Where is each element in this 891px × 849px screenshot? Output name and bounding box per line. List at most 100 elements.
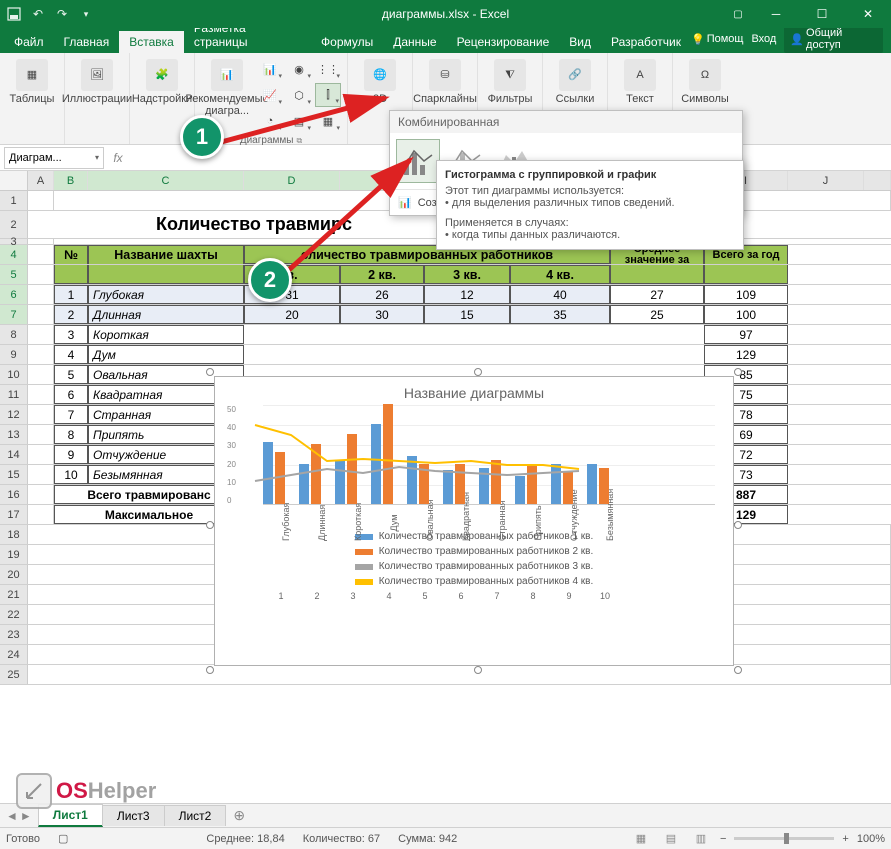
- close-button[interactable]: ✕: [845, 0, 891, 28]
- tab-home[interactable]: Главная: [54, 31, 120, 53]
- table-cell[interactable]: 10: [54, 465, 88, 484]
- table-cell[interactable]: 100: [704, 305, 788, 324]
- table-cell[interactable]: 97: [704, 325, 788, 344]
- row-18[interactable]: 18: [0, 525, 28, 544]
- row-25[interactable]: 25: [0, 665, 28, 684]
- surface-chart-button[interactable]: ▤▾: [286, 109, 312, 133]
- row-2[interactable]: 2: [0, 211, 28, 238]
- tab-developer[interactable]: Разработчик: [601, 31, 691, 53]
- minimize-button[interactable]: ─: [753, 0, 799, 28]
- row-9[interactable]: 9: [0, 345, 28, 364]
- filters-button[interactable]: ⧨Фильтры: [484, 57, 536, 107]
- links-button[interactable]: 🔗Ссылки: [549, 57, 601, 107]
- row-4[interactable]: 4: [0, 245, 28, 264]
- view-page-break-icon[interactable]: ▥: [690, 830, 712, 848]
- table-cell[interactable]: 3: [54, 325, 88, 344]
- chart-title[interactable]: Название диаграммы: [215, 377, 733, 405]
- charts-launcher-icon[interactable]: ⧉: [296, 136, 302, 146]
- table-cell[interactable]: 7: [54, 405, 88, 424]
- sheet-prev-icon[interactable]: ◄: [6, 809, 18, 823]
- col-A[interactable]: A: [28, 171, 54, 190]
- table-cell[interactable]: 9: [54, 445, 88, 464]
- chart-plot-area[interactable]: 50 40 30 20 10 0 ГлубокаяДлиннаяКороткая…: [215, 405, 733, 525]
- tab-review[interactable]: Рецензирование: [447, 31, 560, 53]
- line-chart-button[interactable]: 📈▾: [257, 83, 283, 107]
- text-button[interactable]: AТекст: [614, 57, 666, 107]
- row-8[interactable]: 8: [0, 325, 28, 344]
- row-6[interactable]: 6: [0, 285, 28, 304]
- tab-file[interactable]: Файл: [4, 31, 54, 53]
- row-10[interactable]: 10: [0, 365, 28, 384]
- row-7[interactable]: 7: [0, 305, 28, 324]
- view-normal-icon[interactable]: ▦: [630, 830, 652, 848]
- row-21[interactable]: 21: [0, 585, 28, 604]
- pivot-chart-button[interactable]: ▦▾: [315, 109, 341, 133]
- table-cell[interactable]: 2: [54, 305, 88, 324]
- share-button[interactable]: 👤 Общий доступ: [784, 25, 883, 53]
- table-cell[interactable]: 109: [704, 285, 788, 304]
- sheet-tab-2[interactable]: Лист2: [164, 805, 227, 826]
- row-3[interactable]: 3: [0, 239, 28, 244]
- col-B[interactable]: B: [54, 171, 88, 190]
- sheet-add-button[interactable]: ⊕: [225, 807, 253, 824]
- table-cell[interactable]: 8: [54, 425, 88, 444]
- sparklines-button[interactable]: ⛁Спарклайны: [419, 57, 471, 107]
- table-cell[interactable]: Длинная: [88, 305, 244, 324]
- status-macro-icon[interactable]: ▢: [58, 832, 68, 845]
- signin[interactable]: Вход: [751, 33, 776, 45]
- table-cell[interactable]: 6: [54, 385, 88, 404]
- tables-button[interactable]: ▦Таблицы: [6, 57, 58, 107]
- row-13[interactable]: 13: [0, 425, 28, 444]
- save-icon[interactable]: [6, 6, 22, 22]
- redo-icon[interactable]: ↷: [54, 6, 70, 22]
- qat-more-icon[interactable]: ▾: [78, 6, 94, 22]
- row-15[interactable]: 15: [0, 465, 28, 484]
- hierarchy-chart-button[interactable]: ◉▾: [286, 57, 312, 81]
- select-all-corner[interactable]: [0, 171, 28, 190]
- table-cell[interactable]: 1: [54, 285, 88, 304]
- tell-me[interactable]: 💡 Помощ: [691, 33, 743, 46]
- table-cell[interactable]: Короткая: [88, 325, 244, 344]
- combo-option-clustered-column-line[interactable]: [396, 139, 440, 183]
- view-page-layout-icon[interactable]: ▤: [660, 830, 682, 848]
- row-1[interactable]: 1: [0, 191, 28, 210]
- 3d-map-button[interactable]: 🌐3D: [354, 57, 406, 107]
- sheet-next-icon[interactable]: ►: [20, 809, 32, 823]
- table-cell[interactable]: 129: [704, 345, 788, 364]
- row-20[interactable]: 20: [0, 565, 28, 584]
- col-C[interactable]: C: [88, 171, 244, 190]
- zoom-slider[interactable]: [734, 837, 834, 840]
- worksheet-grid[interactable]: 1 2Количество травмирс 3 4 № Название ша…: [0, 191, 891, 794]
- fx-icon[interactable]: fx: [108, 151, 128, 165]
- embedded-chart[interactable]: Название диаграммы 50 40 30 20 10 0 Глуб…: [214, 376, 734, 666]
- row-23[interactable]: 23: [0, 625, 28, 644]
- row-19[interactable]: 19: [0, 545, 28, 564]
- zoom-out[interactable]: −: [720, 833, 726, 845]
- row-22[interactable]: 22: [0, 605, 28, 624]
- col-J[interactable]: J: [788, 171, 864, 190]
- table-cell[interactable]: Глубокая: [88, 285, 244, 304]
- name-box[interactable]: Диаграм...▾: [4, 147, 104, 169]
- table-cell[interactable]: 4: [54, 345, 88, 364]
- row-11[interactable]: 11: [0, 385, 28, 404]
- row-12[interactable]: 12: [0, 405, 28, 424]
- illustrations-button[interactable]: 🖼Иллюстрации: [71, 57, 123, 107]
- table-cell[interactable]: Дум: [88, 345, 244, 364]
- column-chart-button[interactable]: 📊▾: [257, 57, 283, 81]
- maximize-button[interactable]: ☐: [799, 0, 845, 28]
- row-16[interactable]: 16: [0, 485, 28, 504]
- zoom-level[interactable]: 100%: [857, 833, 885, 845]
- ribbon-options-icon[interactable]: ▢: [723, 0, 753, 28]
- addins-button[interactable]: 🧩Надстройки: [136, 57, 188, 107]
- tab-data[interactable]: Данные: [383, 31, 446, 53]
- row-14[interactable]: 14: [0, 445, 28, 464]
- symbols-button[interactable]: ΩСимволы: [679, 57, 731, 107]
- tab-formulas[interactable]: Формулы: [311, 31, 383, 53]
- row-17[interactable]: 17: [0, 505, 28, 524]
- row-24[interactable]: 24: [0, 645, 28, 664]
- tab-insert[interactable]: Вставка: [119, 31, 184, 53]
- stat-chart-button[interactable]: ⬡▾: [286, 83, 312, 107]
- scatter-chart-button[interactable]: ⋮⋮▾: [315, 57, 341, 81]
- undo-icon[interactable]: ↶: [30, 6, 46, 22]
- combo-chart-button[interactable]: ⫿▾: [315, 83, 341, 107]
